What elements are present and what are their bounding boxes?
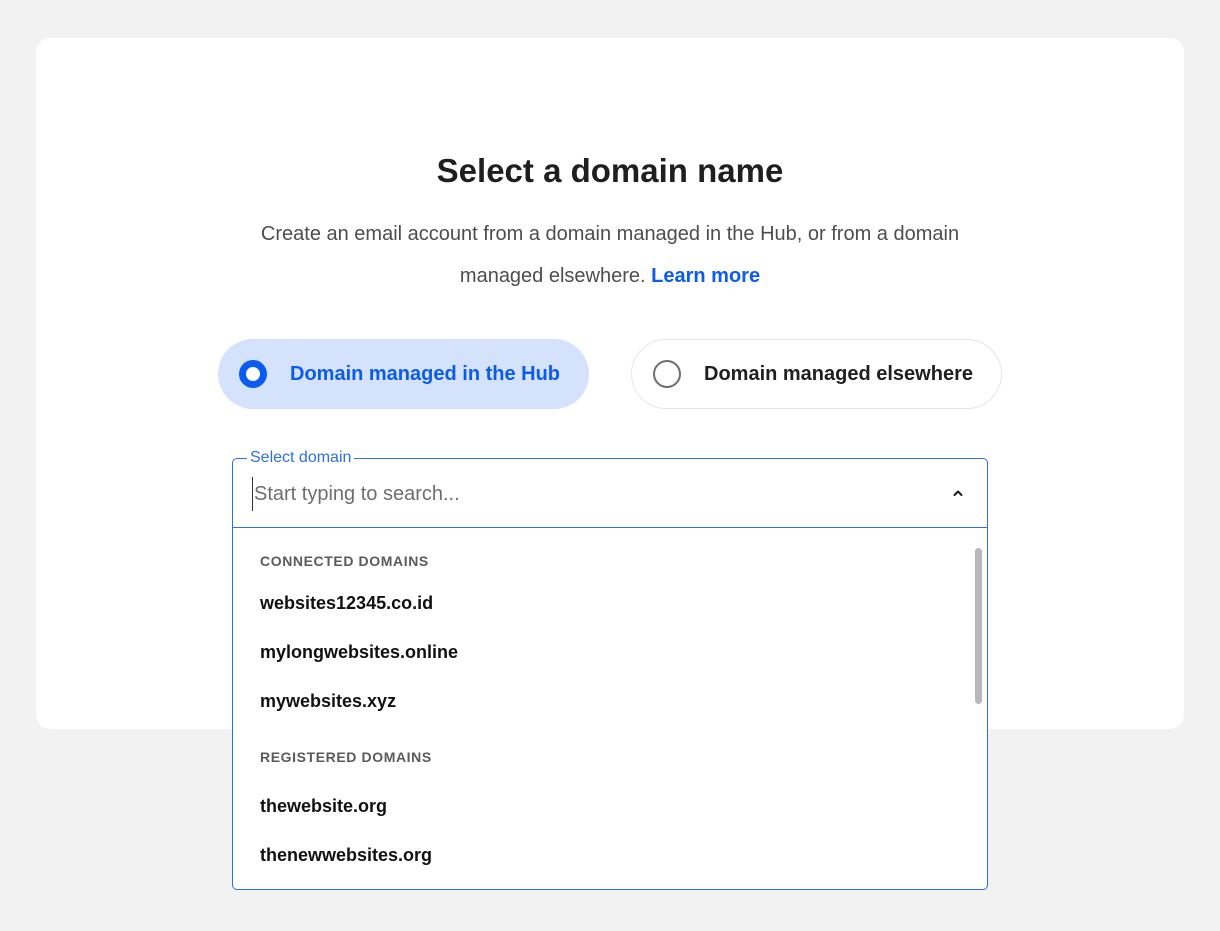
dropdown-scrollbar[interactable] — [975, 548, 982, 704]
option-domain-elsewhere[interactable]: Domain managed elsewhere — [631, 339, 1002, 409]
option-hub-label: Domain managed in the Hub — [290, 362, 561, 385]
domain-option[interactable]: thewebsite.org — [260, 796, 387, 817]
group-header-connected: CONNECTED DOMAINS — [260, 553, 429, 569]
chevron-up-icon[interactable] — [952, 487, 964, 499]
radio-selected-icon[interactable] — [239, 360, 267, 388]
group-header-registered: REGISTERED DOMAINS — [260, 749, 432, 765]
domain-option[interactable]: mylongwebsites.online — [260, 642, 458, 663]
subtitle-text: Create an email account from a domain ma… — [260, 223, 960, 287]
page-subtitle: Create an email account from a domain ma… — [225, 213, 995, 297]
option-elsewhere-label: Domain managed elsewhere — [704, 362, 973, 385]
domain-select-field: Select domain CONNECTED DOMAINS websites… — [232, 449, 988, 890]
domain-search-input[interactable] — [252, 477, 892, 511]
learn-more-link[interactable]: Learn more — [651, 265, 760, 287]
page-title: Select a domain name — [436, 152, 784, 189]
radio-unselected-icon[interactable] — [653, 360, 681, 388]
search-row — [233, 459, 987, 528]
domain-option[interactable]: thenewwebsites.org — [260, 845, 432, 866]
domain-option[interactable]: websites12345.co.id — [260, 593, 433, 614]
option-domain-hub[interactable]: Domain managed in the Hub — [218, 339, 589, 409]
domain-option[interactable]: mywebsites.xyz — [260, 691, 396, 712]
